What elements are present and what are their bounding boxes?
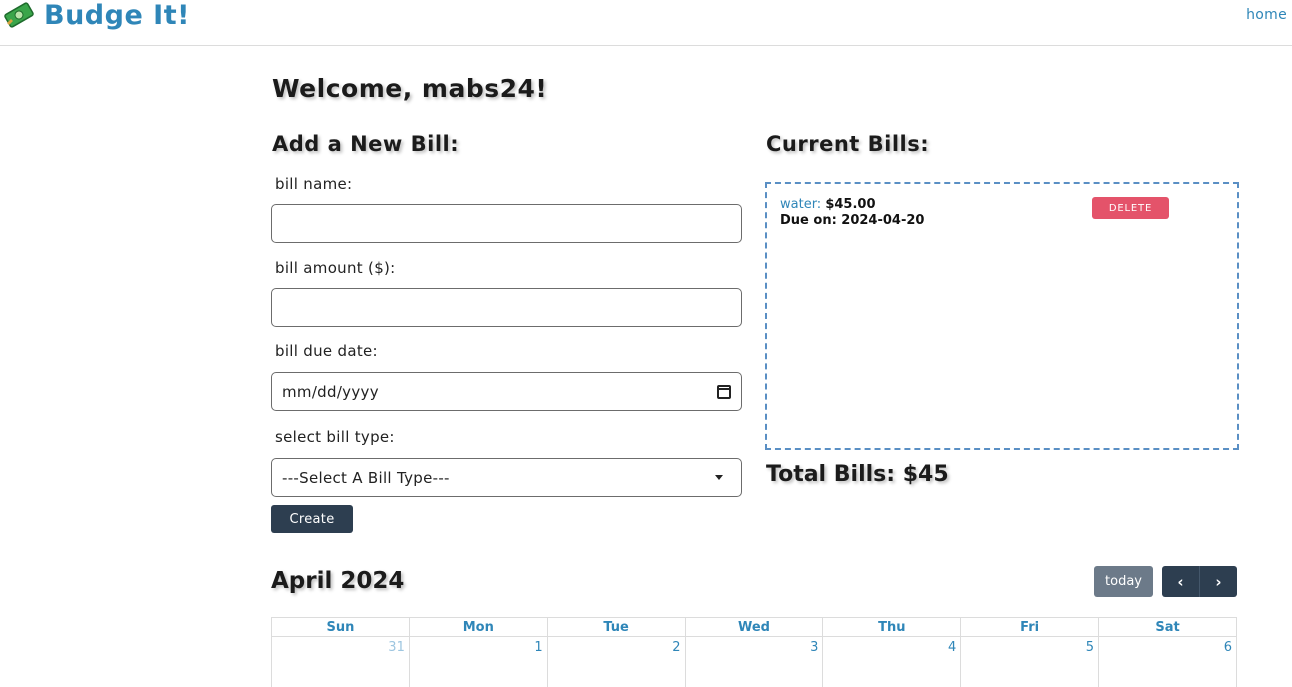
add-bill-title: Add a New Bill: <box>272 132 460 156</box>
bill-type-select[interactable]: ---Select A Bill Type--- <box>271 458 742 497</box>
bill-name-label: bill name: <box>275 175 353 193</box>
date-placeholder: mm/dd/yyyy <box>282 382 379 401</box>
brand[interactable]: Budge It! <box>4 0 190 31</box>
chevron-left-icon[interactable]: ‹ <box>1162 566 1199 597</box>
bill-item-name[interactable]: water: <box>780 197 821 212</box>
bill-amount-input[interactable] <box>282 289 731 326</box>
money-icon <box>4 2 34 28</box>
bill-due-date-label: bill due date: <box>275 342 378 360</box>
calendar-grid: Sun Mon Tue Wed Thu Fri Sat 31 1 2 3 4 5… <box>271 617 1237 687</box>
brand-name: Budge It! <box>44 0 190 31</box>
nav-home-link[interactable]: home <box>1246 7 1287 23</box>
calendar-day[interactable]: 3 <box>684 636 824 687</box>
chevron-right-icon[interactable]: › <box>1199 566 1237 597</box>
weekday-sun[interactable]: Sun <box>271 617 410 637</box>
delete-bill-button[interactable]: DELETE <box>1092 197 1169 219</box>
calendar-title: April 2024 <box>271 568 405 594</box>
current-bills-title: Current Bills: <box>766 132 930 156</box>
bill-name-input[interactable] <box>282 205 731 242</box>
weekday-thu[interactable]: Thu <box>822 617 962 637</box>
calendar-day[interactable]: 2 <box>546 636 686 687</box>
calendar-day[interactable]: 4 <box>822 636 962 687</box>
chevron-down-icon <box>715 475 723 480</box>
weekday-wed[interactable]: Wed <box>684 617 824 637</box>
calendar-icon[interactable] <box>717 384 731 399</box>
calendar-week: 31 1 2 3 4 5 6 <box>271 636 1237 687</box>
welcome-heading: Welcome, mabs24! <box>272 74 548 103</box>
bill-name-field[interactable] <box>271 204 742 243</box>
weekday-mon[interactable]: Mon <box>408 617 548 637</box>
calendar-day[interactable]: 5 <box>960 636 1100 687</box>
calendar-nav: ‹ › <box>1162 566 1237 597</box>
bill-amount-label: bill amount ($): <box>275 259 396 277</box>
bill-type-selected: ---Select A Bill Type--- <box>282 468 450 487</box>
navbar: Budge It! home <box>0 0 1292 46</box>
weekday-sat[interactable]: Sat <box>1098 617 1237 637</box>
today-button[interactable]: today <box>1094 566 1153 597</box>
bills-list: water: $45.00 Due on: 2024-04-20 DELETE <box>765 182 1239 450</box>
total-bills: Total Bills: $45 <box>766 462 949 487</box>
bill-amount-field[interactable] <box>271 288 742 327</box>
bill-item-amount: $45.00 <box>825 197 876 212</box>
bill-due-date-input[interactable]: mm/dd/yyyy <box>271 372 742 411</box>
calendar-day[interactable]: 6 <box>1098 636 1237 687</box>
create-button[interactable]: Create <box>271 505 353 533</box>
bill-item: water: $45.00 <box>780 197 876 212</box>
weekday-header: Sun Mon Tue Wed Thu Fri Sat <box>271 617 1237 637</box>
calendar-day[interactable]: 1 <box>408 636 548 687</box>
calendar-day[interactable]: 31 <box>271 636 410 687</box>
bill-type-label: select bill type: <box>275 428 395 446</box>
weekday-fri[interactable]: Fri <box>960 617 1100 637</box>
bill-item-due: Due on: 2024-04-20 <box>780 213 925 228</box>
weekday-tue[interactable]: Tue <box>546 617 686 637</box>
